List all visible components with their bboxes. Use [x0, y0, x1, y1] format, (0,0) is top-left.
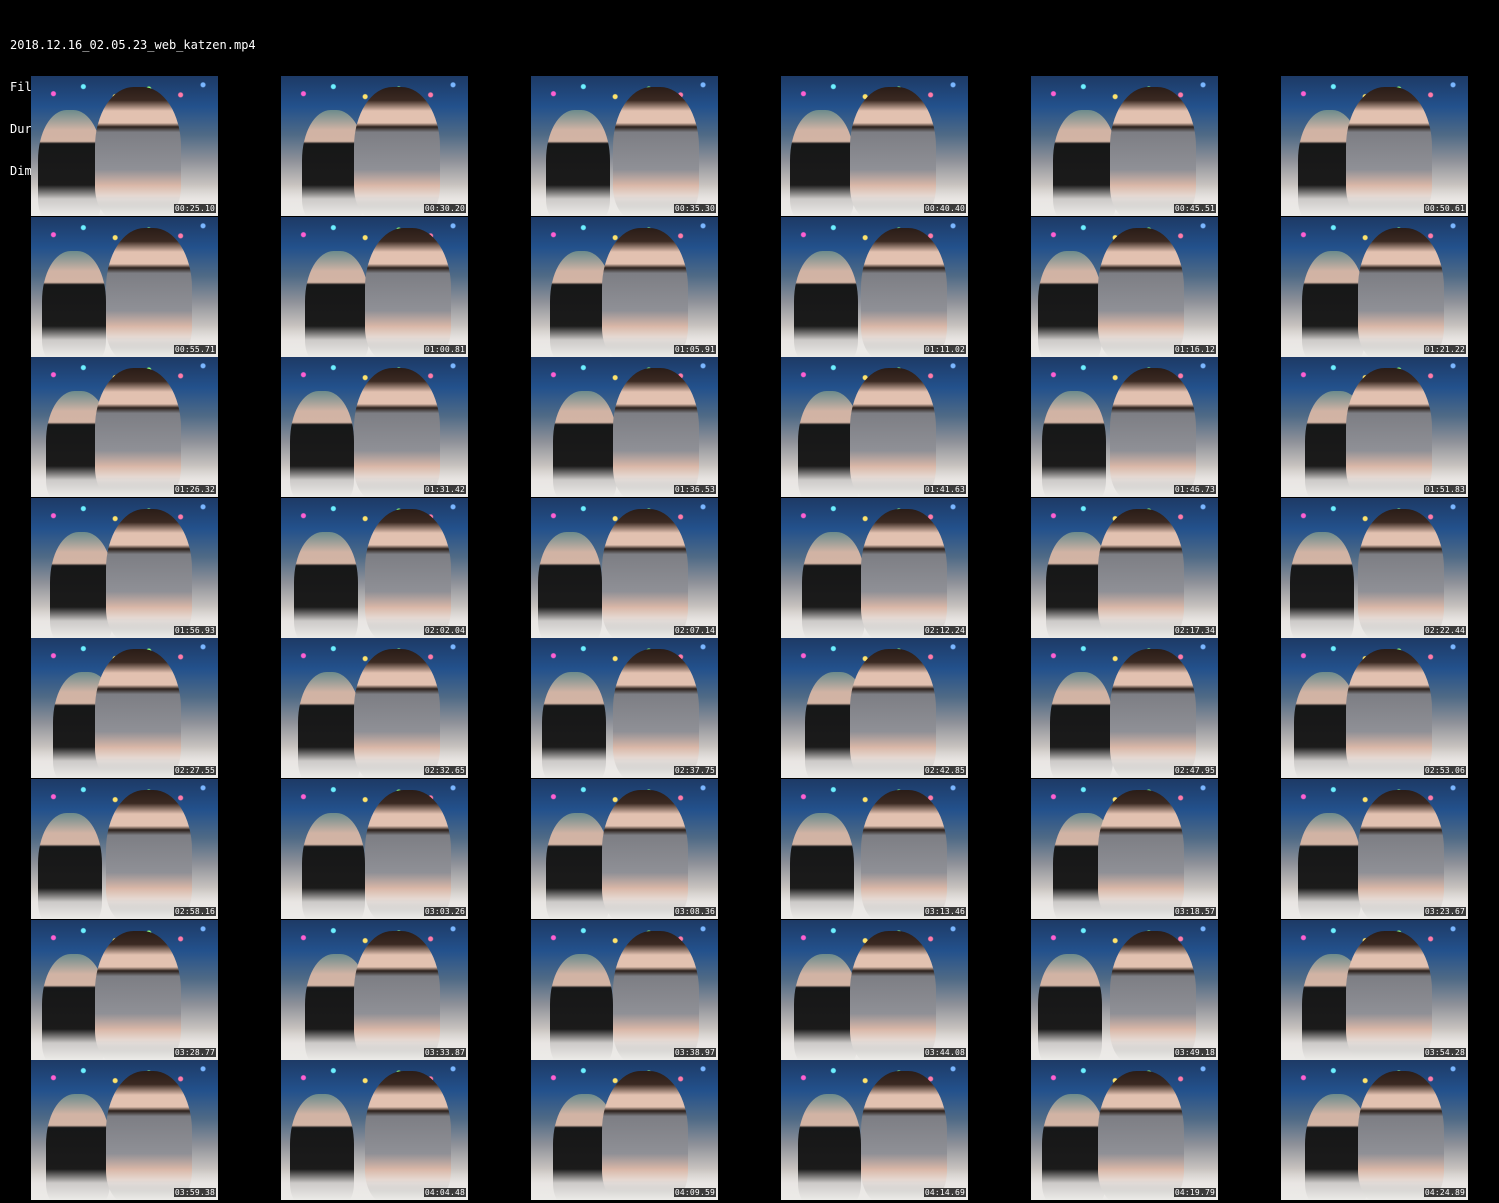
video-frame-thumbnail: 02:22.44 [1281, 498, 1468, 638]
timestamp-label: 01:36.53 [673, 485, 716, 494]
timestamp-label: 02:42.85 [923, 766, 966, 775]
video-frame-thumbnail: 02:27.55 [31, 638, 218, 778]
video-frame-thumbnail: 02:53.06 [1281, 638, 1468, 778]
file-name: 2018.12.16_02.05.23_web_katzen.mp4 [10, 38, 256, 52]
timestamp-label: 02:53.06 [1423, 766, 1466, 775]
timestamp-label: 03:28.77 [173, 1048, 216, 1057]
timestamp-label: 01:41.63 [923, 485, 966, 494]
video-frame-thumbnail: 01:16.12 [1031, 217, 1218, 357]
video-frame-thumbnail: 01:05.91 [531, 217, 718, 357]
video-frame-thumbnail: 02:32.65 [281, 638, 468, 778]
timestamp-label: 03:49.18 [1173, 1048, 1216, 1057]
video-frame-thumbnail: 00:35.30 [531, 76, 718, 216]
video-frame-thumbnail: 00:45.51 [1031, 76, 1218, 216]
video-frame-thumbnail: 03:03.26 [281, 779, 468, 919]
video-frame-thumbnail: 01:36.53 [531, 357, 718, 497]
thumbnail-grid: 00:25.10 00:30.20 00:35.30 00:40.40 00:45.51… [31, 76, 1471, 1203]
video-frame-thumbnail: 00:50.61 [1281, 76, 1468, 216]
timestamp-label: 04:14.69 [923, 1188, 966, 1197]
video-frame-thumbnail: 03:49.18 [1031, 920, 1218, 1060]
timestamp-label: 00:45.51 [1173, 204, 1216, 213]
video-frame-thumbnail: 00:55.71 [31, 217, 218, 357]
video-frame-thumbnail: 04:14.69 [781, 1060, 968, 1200]
timestamp-label: 02:12.24 [923, 626, 966, 635]
timestamp-label: 03:23.67 [1423, 907, 1466, 916]
video-frame-thumbnail: 04:19.79 [1031, 1060, 1218, 1200]
video-frame-thumbnail: 01:26.32 [31, 357, 218, 497]
timestamp-label: 04:24.89 [1423, 1188, 1466, 1197]
timestamp-label: 02:37.75 [673, 766, 716, 775]
timestamp-label: 02:02.04 [423, 626, 466, 635]
video-frame-thumbnail: 03:13.46 [781, 779, 968, 919]
video-frame-thumbnail: 01:41.63 [781, 357, 968, 497]
timestamp-label: 03:18.57 [1173, 907, 1216, 916]
timestamp-label: 01:46.73 [1173, 485, 1216, 494]
video-frame-thumbnail: 04:09.59 [531, 1060, 718, 1200]
timestamp-label: 02:32.65 [423, 766, 466, 775]
video-frame-thumbnail: 02:07.14 [531, 498, 718, 638]
timestamp-label: 01:11.02 [923, 345, 966, 354]
video-frame-thumbnail: 02:02.04 [281, 498, 468, 638]
video-frame-thumbnail: 02:17.34 [1031, 498, 1218, 638]
timestamp-label: 00:30.20 [423, 204, 466, 213]
timestamp-label: 00:25.10 [173, 204, 216, 213]
timestamp-label: 03:03.26 [423, 907, 466, 916]
video-frame-thumbnail: 03:38.97 [531, 920, 718, 1060]
video-frame-thumbnail: 03:59.38 [31, 1060, 218, 1200]
timestamp-label: 02:07.14 [673, 626, 716, 635]
timestamp-label: 03:38.97 [673, 1048, 716, 1057]
timestamp-label: 04:19.79 [1173, 1188, 1216, 1197]
video-frame-thumbnail: 01:11.02 [781, 217, 968, 357]
timestamp-label: 00:50.61 [1423, 204, 1466, 213]
video-frame-thumbnail: 00:40.40 [781, 76, 968, 216]
timestamp-label: 01:26.32 [173, 485, 216, 494]
video-frame-thumbnail: 04:24.89 [1281, 1060, 1468, 1200]
video-frame-thumbnail: 01:51.83 [1281, 357, 1468, 497]
video-frame-thumbnail: 01:21.22 [1281, 217, 1468, 357]
video-frame-thumbnail: 04:04.48 [281, 1060, 468, 1200]
video-frame-thumbnail: 03:44.08 [781, 920, 968, 1060]
timestamp-label: 02:22.44 [1423, 626, 1466, 635]
video-frame-thumbnail: 02:12.24 [781, 498, 968, 638]
video-frame-thumbnail: 03:08.36 [531, 779, 718, 919]
timestamp-label: 03:44.08 [923, 1048, 966, 1057]
timestamp-label: 01:31.42 [423, 485, 466, 494]
video-frame-thumbnail: 03:33.87 [281, 920, 468, 1060]
video-frame-thumbnail: 00:30.20 [281, 76, 468, 216]
timestamp-label: 00:40.40 [923, 204, 966, 213]
timestamp-label: 02:27.55 [173, 766, 216, 775]
video-frame-thumbnail: 01:56.93 [31, 498, 218, 638]
timestamp-label: 01:21.22 [1423, 345, 1466, 354]
timestamp-label: 00:55.71 [173, 345, 216, 354]
video-frame-thumbnail: 01:46.73 [1031, 357, 1218, 497]
video-frame-thumbnail: 03:54.28 [1281, 920, 1468, 1060]
timestamp-label: 01:00.81 [423, 345, 466, 354]
timestamp-label: 03:13.46 [923, 907, 966, 916]
timestamp-label: 03:33.87 [423, 1048, 466, 1057]
timestamp-label: 02:17.34 [1173, 626, 1216, 635]
timestamp-label: 01:05.91 [673, 345, 716, 354]
timestamp-label: 00:35.30 [673, 204, 716, 213]
video-frame-thumbnail: 01:00.81 [281, 217, 468, 357]
timestamp-label: 01:51.83 [1423, 485, 1466, 494]
video-frame-thumbnail: 03:23.67 [1281, 779, 1468, 919]
timestamp-label: 01:16.12 [1173, 345, 1216, 354]
timestamp-label: 03:59.38 [173, 1188, 216, 1197]
timestamp-label: 04:09.59 [673, 1188, 716, 1197]
video-frame-thumbnail: 01:31.42 [281, 357, 468, 497]
timestamp-label: 01:56.93 [173, 626, 216, 635]
timestamp-label: 02:47.95 [1173, 766, 1216, 775]
timestamp-label: 03:54.28 [1423, 1048, 1466, 1057]
timestamp-label: 03:08.36 [673, 907, 716, 916]
video-frame-thumbnail: 03:28.77 [31, 920, 218, 1060]
video-frame-thumbnail: 02:37.75 [531, 638, 718, 778]
video-frame-thumbnail: 00:25.10 [31, 76, 218, 216]
video-frame-thumbnail: 03:18.57 [1031, 779, 1218, 919]
timestamp-label: 02:58.16 [173, 907, 216, 916]
timestamp-label: 04:04.48 [423, 1188, 466, 1197]
video-frame-thumbnail: 02:58.16 [31, 779, 218, 919]
video-frame-thumbnail: 02:47.95 [1031, 638, 1218, 778]
video-frame-thumbnail: 02:42.85 [781, 638, 968, 778]
